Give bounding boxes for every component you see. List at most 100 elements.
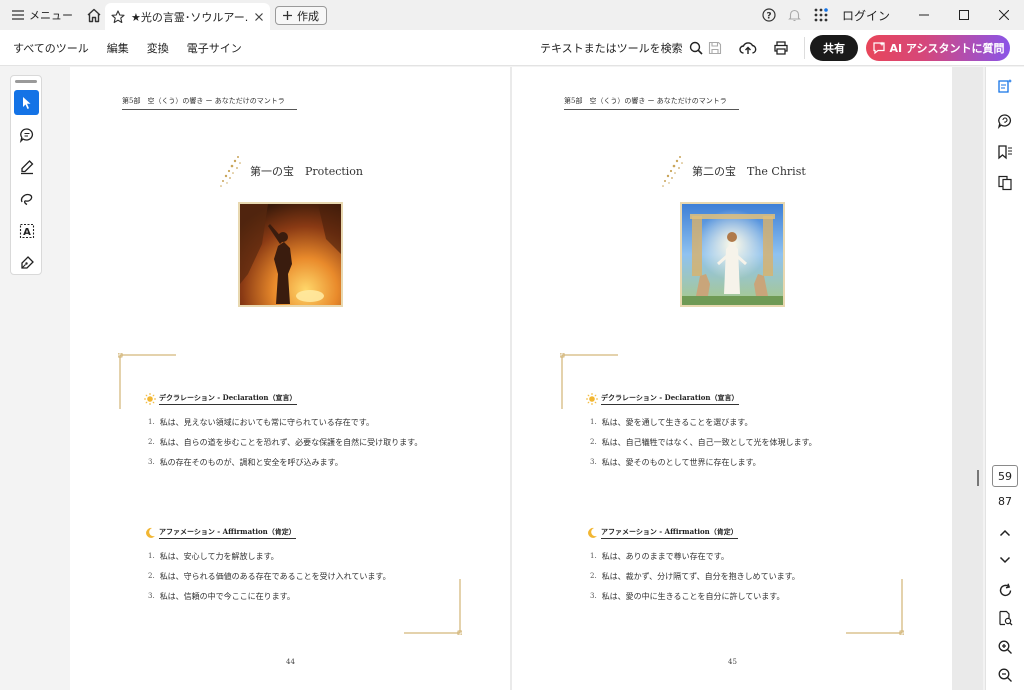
zoom-in-icon <box>998 640 1012 654</box>
gold-corner-ornament <box>404 579 462 635</box>
sign-tool[interactable] <box>14 250 39 275</box>
all-tools-menu[interactable]: すべてのツール <box>0 40 98 56</box>
chevron-up-icon <box>999 529 1011 537</box>
list-item: 2. 私は、自らの道を歩むことを恐れず、必要な保護を自然に受け取ります。 <box>148 437 422 457</box>
page-44: 第5部 空（くう）の響き ー あなただけのマントラ 第一の宝 Protectio… <box>70 67 510 690</box>
help-icon: ? <box>762 8 776 22</box>
scrollbar-thumb[interactable] <box>977 470 979 486</box>
pages-icon <box>998 175 1012 191</box>
apps-button[interactable] <box>808 0 834 30</box>
treasure-heading: 第二の宝 The Christ <box>660 153 806 189</box>
document-tab[interactable]: ★光の言霊･ソウルアー... <box>105 3 270 30</box>
page-search-icon <box>998 610 1012 626</box>
ai-summary-button[interactable] <box>994 75 1016 97</box>
previous-page-button[interactable] <box>994 522 1016 544</box>
help-button[interactable]: ? <box>756 0 782 30</box>
tool-rail: A <box>10 75 42 275</box>
sun-icon <box>586 393 598 405</box>
treasure-title: 第二の宝 The Christ <box>692 165 806 178</box>
comments-panel-button[interactable] <box>994 110 1016 132</box>
apps-grid-icon <box>814 8 828 22</box>
maximize-icon <box>959 10 969 20</box>
window-close-button[interactable] <box>984 0 1024 30</box>
zoom-in-button[interactable] <box>994 636 1016 658</box>
bookmarks-button[interactable] <box>994 141 1016 163</box>
document-viewport[interactable]: 第5部 空（くう）の響き ー あなただけのマントラ 第一の宝 Protectio… <box>70 67 983 690</box>
home-icon <box>87 8 101 22</box>
list-item: 1. 私は、愛を通して生きることを選びます。 <box>590 417 817 437</box>
minimize-button[interactable] <box>904 0 944 30</box>
upload-button[interactable] <box>736 36 760 60</box>
edit-menu[interactable]: 編集 <box>98 40 138 56</box>
notifications-button[interactable] <box>782 0 808 30</box>
close-icon[interactable] <box>254 12 264 22</box>
affirmation-text: 私は、ありのままで尊い存在です。 <box>601 552 729 561</box>
ai-sparkle-icon <box>872 41 885 55</box>
create-label: 作成 <box>297 9 319 23</box>
ai-assistant-button[interactable]: AI アシスタントに質問 <box>866 35 1010 61</box>
cloud-upload-icon <box>739 42 757 54</box>
bookmark-icon <box>998 145 1012 160</box>
moon-icon <box>588 527 597 538</box>
list-item: 3. 私の存在そのものが、調和と安全を呼び込みます。 <box>148 457 422 477</box>
highlight-tool[interactable] <box>14 154 39 179</box>
esign-menu[interactable]: 電子サイン <box>178 40 251 56</box>
convert-menu[interactable]: 変換 <box>138 40 178 56</box>
page-number: 45 <box>728 658 737 666</box>
print-button[interactable] <box>769 36 793 60</box>
declaration-text: 私は、自己犠牲ではなく、自己一致として光を体現します。 <box>601 438 817 447</box>
declaration-heading: デクラレーション - Declaration（宣言） <box>586 393 817 405</box>
login-button[interactable]: ログイン <box>834 7 904 24</box>
fit-page-button[interactable] <box>994 607 1016 629</box>
toolbar-divider <box>804 37 805 59</box>
pages-button[interactable] <box>994 172 1016 194</box>
affirmation-text: 私は、信頼の中で今ここに在ります。 <box>159 592 295 601</box>
menu-button[interactable]: メニュー <box>0 0 81 30</box>
rotate-button[interactable] <box>994 579 1016 601</box>
affirmation-section: アファメーション - Affirmation（肯定） 1. 私は、ありのままで尊い… <box>586 527 800 611</box>
sun-icon <box>144 393 156 405</box>
christ-image <box>680 202 785 307</box>
create-button[interactable]: 作成 <box>275 6 327 25</box>
save-icon <box>708 41 722 55</box>
svg-text:A: A <box>23 227 31 238</box>
list-item: 1. 私は、見えない領域においても常に守られている存在です。 <box>148 417 422 437</box>
comment-tool[interactable] <box>14 122 39 147</box>
affirmation-text: 私は、安心して力を解放します。 <box>159 552 279 561</box>
left-tools-panel: A <box>0 67 70 690</box>
list-item: 3. 私は、信頼の中で今ここに在ります。 <box>148 591 391 611</box>
zoom-out-icon <box>998 668 1012 682</box>
affirmation-heading: アファメーション - Affirmation（肯定） <box>586 527 800 539</box>
draw-tool[interactable] <box>14 186 39 211</box>
declaration-title: デクラレーション - Declaration（宣言） <box>159 393 297 405</box>
declaration-title: デクラレーション - Declaration（宣言） <box>601 393 739 405</box>
list-item: 2. 私は、守られる価値のある存在であることを受け入れています。 <box>148 571 391 591</box>
search-tools-button[interactable]: テキストまたはツールを検索 <box>540 30 703 66</box>
zoom-out-button[interactable] <box>994 664 1016 686</box>
treasure-heading: 第一の宝 Protection <box>218 153 363 189</box>
printer-icon <box>774 41 788 55</box>
affirmation-section: アファメーション - Affirmation（肯定） 1. 私は、安心して力を解放… <box>144 527 391 611</box>
menu-label: メニュー <box>29 9 73 22</box>
list-item: 1. 私は、安心して力を解放します。 <box>148 551 391 571</box>
text-recognition-tool[interactable]: A <box>14 218 39 243</box>
list-item: 3. 私は、愛の中に生きることを自分に許しています。 <box>590 591 800 611</box>
star-icon[interactable] <box>111 9 125 24</box>
share-label: 共有 <box>823 42 845 55</box>
comment-icon <box>19 127 33 143</box>
select-tool[interactable] <box>14 90 39 115</box>
save-button[interactable] <box>703 36 727 60</box>
maximize-button[interactable] <box>944 0 984 30</box>
next-page-button[interactable] <box>994 549 1016 571</box>
declaration-section: デクラレーション - Declaration（宣言） 1. 私は、愛を通して生きる… <box>586 393 817 477</box>
home-button[interactable] <box>81 0 107 30</box>
hamburger-icon <box>12 10 24 20</box>
svg-text:?: ? <box>766 12 771 22</box>
share-button[interactable]: 共有 <box>810 35 858 61</box>
current-page-input[interactable]: 59 <box>992 465 1018 487</box>
affirmation-text: 私は、愛の中に生きることを自分に許しています。 <box>601 592 785 601</box>
declaration-section: デクラレーション - Declaration（宣言） 1. 私は、見えない領域にお… <box>144 393 422 477</box>
sparkle-icon <box>662 156 683 187</box>
drag-handle[interactable] <box>15 80 37 83</box>
freehand-icon <box>20 193 32 205</box>
